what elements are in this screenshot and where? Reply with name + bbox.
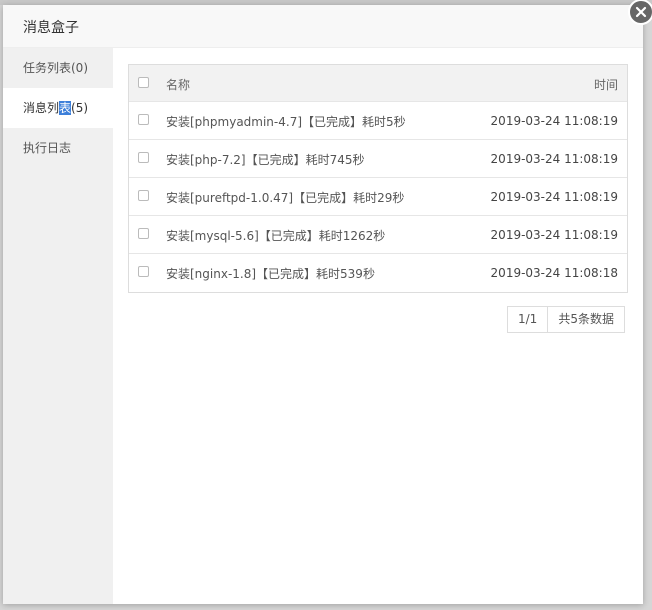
column-header-time: 时间: [593, 78, 618, 92]
row-checkbox[interactable]: [138, 152, 149, 163]
sidebar-item-label: 执行日志: [23, 141, 72, 155]
row-name: 安装[pureftpd-1.0.47]【已完成】耗时29秒: [166, 191, 405, 205]
row-name: 安装[phpmyadmin-4.7]【已完成】耗时5秒: [166, 115, 406, 129]
sidebar-item-message-list[interactable]: 消息列表(5): [3, 88, 113, 128]
row-checkbox[interactable]: [138, 190, 149, 201]
row-name: 安装[mysql-5.6]【已完成】耗时1262秒: [166, 229, 386, 243]
row-time: 2019-03-24 11:08:19: [490, 152, 618, 166]
close-icon: [635, 6, 647, 18]
message-list-panel: 名称 时间 安装[phpmyadmin-4.7]【已完成】耗时5秒 2019-0…: [113, 48, 643, 604]
sidebar: 任务列表(0) 消息列表(5) 执行日志: [3, 48, 113, 604]
table-row: 安装[pureftpd-1.0.47]【已完成】耗时29秒 2019-03-24…: [129, 178, 627, 216]
sidebar-item-task-list[interactable]: 任务列表(0): [3, 48, 113, 88]
row-time: 2019-03-24 11:08:19: [490, 190, 618, 204]
message-box-dialog: 消息盒子 任务列表(0) 消息列表(5) 执行日志 名称 时间 安装[phpmy…: [3, 0, 652, 604]
page-indicator: 1/1: [518, 312, 538, 326]
row-checkbox[interactable]: [138, 228, 149, 239]
row-checkbox[interactable]: [138, 266, 149, 277]
close-button[interactable]: [628, 0, 652, 25]
table-row: 安装[php-7.2]【已完成】耗时745秒 2019-03-24 11:08:…: [129, 140, 627, 178]
sidebar-item-label: 消息列表(5): [23, 101, 89, 115]
message-table: 名称 时间 安装[phpmyadmin-4.7]【已完成】耗时5秒 2019-0…: [128, 64, 628, 293]
pagination: 1/1 共5条数据: [507, 306, 625, 333]
dialog-title: 消息盒子: [23, 20, 79, 36]
row-name: 安装[php-7.2]【已完成】耗时745秒: [166, 153, 365, 167]
table-header-row: 名称 时间: [129, 65, 627, 102]
total-count: 共5条数据: [547, 307, 624, 332]
row-time: 2019-03-24 11:08:19: [490, 228, 618, 242]
row-time: 2019-03-24 11:08:18: [490, 266, 618, 280]
table-row: 安装[phpmyadmin-4.7]【已完成】耗时5秒 2019-03-24 1…: [129, 102, 627, 140]
row-checkbox[interactable]: [138, 114, 149, 125]
sidebar-item-execution-log[interactable]: 执行日志: [3, 128, 113, 168]
dialog-header: 消息盒子: [3, 5, 643, 48]
select-all-checkbox[interactable]: [138, 77, 149, 88]
selected-text: 表: [59, 101, 72, 115]
row-name: 安装[nginx-1.8]【已完成】耗时539秒: [166, 267, 375, 281]
table-row: 安装[mysql-5.6]【已完成】耗时1262秒 2019-03-24 11:…: [129, 216, 627, 254]
table-row: 安装[nginx-1.8]【已完成】耗时539秒 2019-03-24 11:0…: [129, 254, 627, 292]
sidebar-item-label: 任务列表(0): [23, 61, 88, 75]
row-time: 2019-03-24 11:08:19: [490, 114, 618, 128]
column-header-name: 名称: [166, 78, 191, 92]
